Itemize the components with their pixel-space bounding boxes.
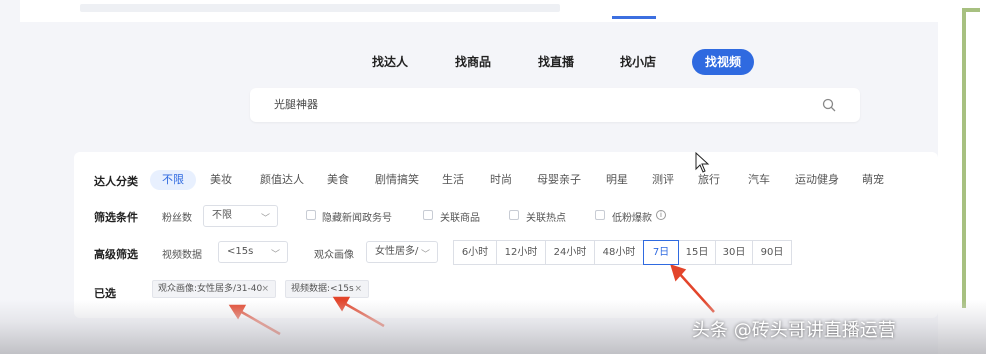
mouse-cursor-icon bbox=[695, 152, 710, 173]
watermark: 头条 @砖头哥讲直播运营 bbox=[692, 320, 896, 341]
time-range-button-active[interactable]: 7日 bbox=[643, 240, 679, 265]
